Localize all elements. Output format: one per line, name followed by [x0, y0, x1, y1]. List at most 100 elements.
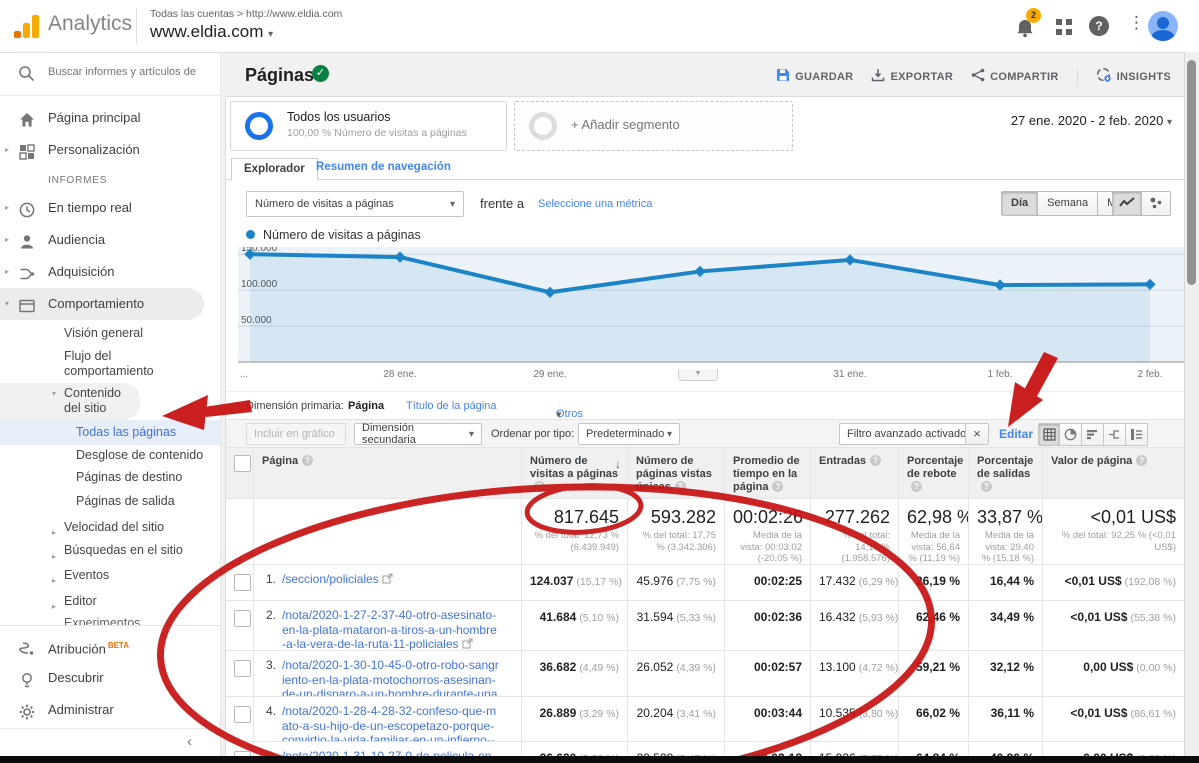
- select-metric-link[interactable]: Seleccione una métrica: [538, 198, 652, 210]
- col-header-entradas[interactable]: Entradas?: [811, 448, 899, 499]
- chart-resize-handle[interactable]: ▼: [678, 369, 718, 381]
- bottom-black-bar: [0, 756, 1199, 763]
- help-icon[interactable]: ?: [302, 455, 313, 466]
- help-icon[interactable]: ?: [772, 481, 783, 492]
- scrollbar-thumb[interactable]: [1187, 60, 1196, 285]
- share-button[interactable]: COMPARTIR: [971, 68, 1059, 85]
- help-icon[interactable]: ?: [870, 455, 881, 466]
- motion-chart-type-button[interactable]: [1142, 191, 1171, 216]
- tab-resumen-navegacion[interactable]: Resumen de navegación: [316, 161, 451, 173]
- sort-type-dropdown[interactable]: Predeterminado▾: [578, 423, 680, 445]
- avg-time-cell: 00:02:25: [725, 565, 811, 601]
- property-selector[interactable]: www.eldia.com ▾: [150, 22, 273, 42]
- help-icon[interactable]: ?: [981, 481, 992, 492]
- sort-desc-icon: ↓: [615, 458, 621, 471]
- sidebar-item-editor[interactable]: ▸ Editor: [0, 588, 220, 614]
- export-button[interactable]: EXPORTAR: [871, 68, 953, 85]
- save-button[interactable]: GUARDAR: [776, 68, 853, 85]
- sidebar-item-atribucion[interactable]: AtribuciónBETA: [0, 630, 220, 662]
- dimension-titulo-link[interactable]: Título de la página: [406, 400, 497, 412]
- insights-button[interactable]: INSIGHTS: [1096, 67, 1171, 86]
- tab-explorador[interactable]: Explorador: [231, 158, 318, 181]
- help-icon[interactable]: ?: [1136, 455, 1147, 466]
- help-icon[interactable]: ?: [534, 481, 545, 492]
- col-header-pagina[interactable]: Página?: [254, 448, 522, 499]
- col-header-tiempo[interactable]: Promedio de tiempo en la página?: [725, 448, 811, 499]
- sidebar-item-home[interactable]: Página principal: [0, 102, 220, 134]
- col-header-visitas[interactable]: Número de visitas a páginas?↓: [522, 448, 628, 499]
- comparison-view-button[interactable]: [1104, 423, 1126, 446]
- help-icon[interactable]: ?: [675, 481, 686, 492]
- col-header-salidas[interactable]: Porcentaje de salidas?: [969, 448, 1043, 499]
- page-link[interactable]: /nota/2020-1-27-2-37-40-otro-asesinato-e…: [282, 608, 500, 651]
- breadcrumb[interactable]: Todas las cuentas > http://www.eldia.com: [150, 8, 342, 20]
- summary-page-cell: [254, 499, 522, 565]
- percentage-view-button[interactable]: [1060, 423, 1082, 446]
- dimension-pagina[interactable]: Página: [348, 400, 384, 412]
- col-header-valor[interactable]: Valor de página?: [1043, 448, 1184, 499]
- overflow-menu-icon[interactable]: ⋮: [1128, 13, 1150, 35]
- vertical-scrollbar[interactable]: [1184, 52, 1199, 756]
- sidebar-item-paginas-destino[interactable]: Páginas de destino: [0, 467, 204, 489]
- sidebar-item-vision-general[interactable]: Visión general: [0, 320, 220, 346]
- product-name: Analytics: [48, 12, 132, 36]
- clear-filter-icon[interactable]: ×: [965, 424, 988, 444]
- sidebar-item-contenido-del-sitio[interactable]: ▾ Contenido del sitio: [0, 383, 140, 420]
- sidebar-item-realtime[interactable]: ▸ En tiempo real: [0, 192, 220, 224]
- select-all-checkbox[interactable]: [234, 455, 251, 472]
- performance-view-button[interactable]: [1082, 423, 1104, 446]
- row-checkbox[interactable]: [234, 574, 251, 591]
- table-row: 1./seccion/policiales124.037(15,17 %)45.…: [226, 565, 1184, 601]
- add-segment-button[interactable]: + Añadir segmento: [514, 101, 793, 151]
- sidebar-item-paginas-salida[interactable]: Páginas de salida: [0, 489, 220, 514]
- sidebar-item-acquisition[interactable]: ▸ Adquisición: [0, 256, 220, 288]
- traffic-chart: 50.000100.000150.000...28 ene.29 ene.30 …: [238, 247, 1186, 385]
- search-input[interactable]: [46, 65, 210, 79]
- pivot-view-button[interactable]: [1126, 423, 1148, 446]
- segment-all-users[interactable]: Todos los usuarios 100,00 % Número de vi…: [230, 101, 507, 151]
- chevron-down-icon: ▾: [1167, 117, 1172, 128]
- sidebar-item-desglose[interactable]: Desglose de contenido: [0, 445, 204, 467]
- save-icon: [776, 68, 790, 85]
- page-link[interactable]: /nota/2020-1-30-10-45-0-otro-robo-sangri…: [282, 658, 500, 697]
- account-avatar[interactable]: [1148, 11, 1178, 41]
- help-icon[interactable]: ?: [1089, 16, 1111, 38]
- sidebar-item-velocidad[interactable]: ▸ Velocidad del sitio: [0, 514, 220, 540]
- sidebar-item-flujo[interactable]: Flujo del comportamiento: [0, 346, 204, 383]
- sidebar-item-administrar[interactable]: Administrar: [0, 694, 220, 726]
- edit-filter-link[interactable]: Editar: [999, 427, 1033, 441]
- collapse-sidebar-icon[interactable]: ‹: [187, 733, 192, 750]
- external-link-icon[interactable]: [459, 637, 473, 651]
- col-header-rebote[interactable]: Porcentaje de rebote?: [899, 448, 969, 499]
- data-view-button[interactable]: [1038, 423, 1060, 446]
- date-range-picker[interactable]: 27 ene. 2020 - 2 feb. 2020 ▾: [1011, 113, 1172, 128]
- apps-grid-icon[interactable]: [1054, 17, 1076, 39]
- sidebar-item-customization[interactable]: ▸ Personalización: [0, 134, 220, 166]
- page-link[interactable]: /nota/2020-1-28-4-28-32-confeso-que-mato…: [282, 704, 500, 742]
- row-checkbox[interactable]: [234, 706, 251, 723]
- secondary-dimension-dropdown[interactable]: Dimensión secundaria▾: [354, 423, 482, 445]
- help-icon[interactable]: ?: [911, 481, 922, 492]
- avg-time-cell: 00:03:44: [725, 697, 811, 742]
- sidebar-item-behavior[interactable]: ▾ Comportamiento: [0, 288, 204, 320]
- row-checkbox[interactable]: [234, 660, 251, 677]
- analytics-logo-icon[interactable]: [14, 14, 40, 38]
- granularity-week-button[interactable]: Semana: [1038, 191, 1098, 216]
- sidebar-item-eventos[interactable]: ▸ Eventos: [0, 562, 220, 588]
- sidebar-item-descubrir[interactable]: Descubrir: [0, 662, 220, 694]
- granularity-day-button[interactable]: Día: [1001, 191, 1038, 216]
- col-header-paginas-unicas[interactable]: Número de páginas vistas únicas?: [628, 448, 725, 499]
- row-checkbox[interactable]: [234, 610, 251, 627]
- table-body: 1./seccion/policiales124.037(15,17 %)45.…: [226, 565, 1184, 763]
- table-view-buttons: [1038, 423, 1148, 446]
- page-cell: 3./nota/2020-1-30-10-45-0-otro-robo-sang…: [254, 651, 522, 697]
- sidebar-item-todas-las-paginas[interactable]: Todas las páginas: [0, 420, 220, 445]
- line-chart-type-button[interactable]: [1112, 191, 1142, 216]
- external-link-icon[interactable]: [379, 572, 393, 586]
- metric-dropdown[interactable]: Número de visitas a páginas ▾: [246, 191, 464, 217]
- sidebar-item-busquedas[interactable]: ▸ Búsquedas en el sitio: [0, 540, 204, 562]
- page-link[interactable]: /seccion/policiales: [282, 572, 500, 587]
- table-row: 4./nota/2020-1-28-4-28-32-confeso-que-ma…: [226, 697, 1184, 742]
- sidebar-item-audience[interactable]: ▸ Audiencia: [0, 224, 220, 256]
- analytics-app: Analytics Todas las cuentas > http://www…: [0, 0, 1199, 763]
